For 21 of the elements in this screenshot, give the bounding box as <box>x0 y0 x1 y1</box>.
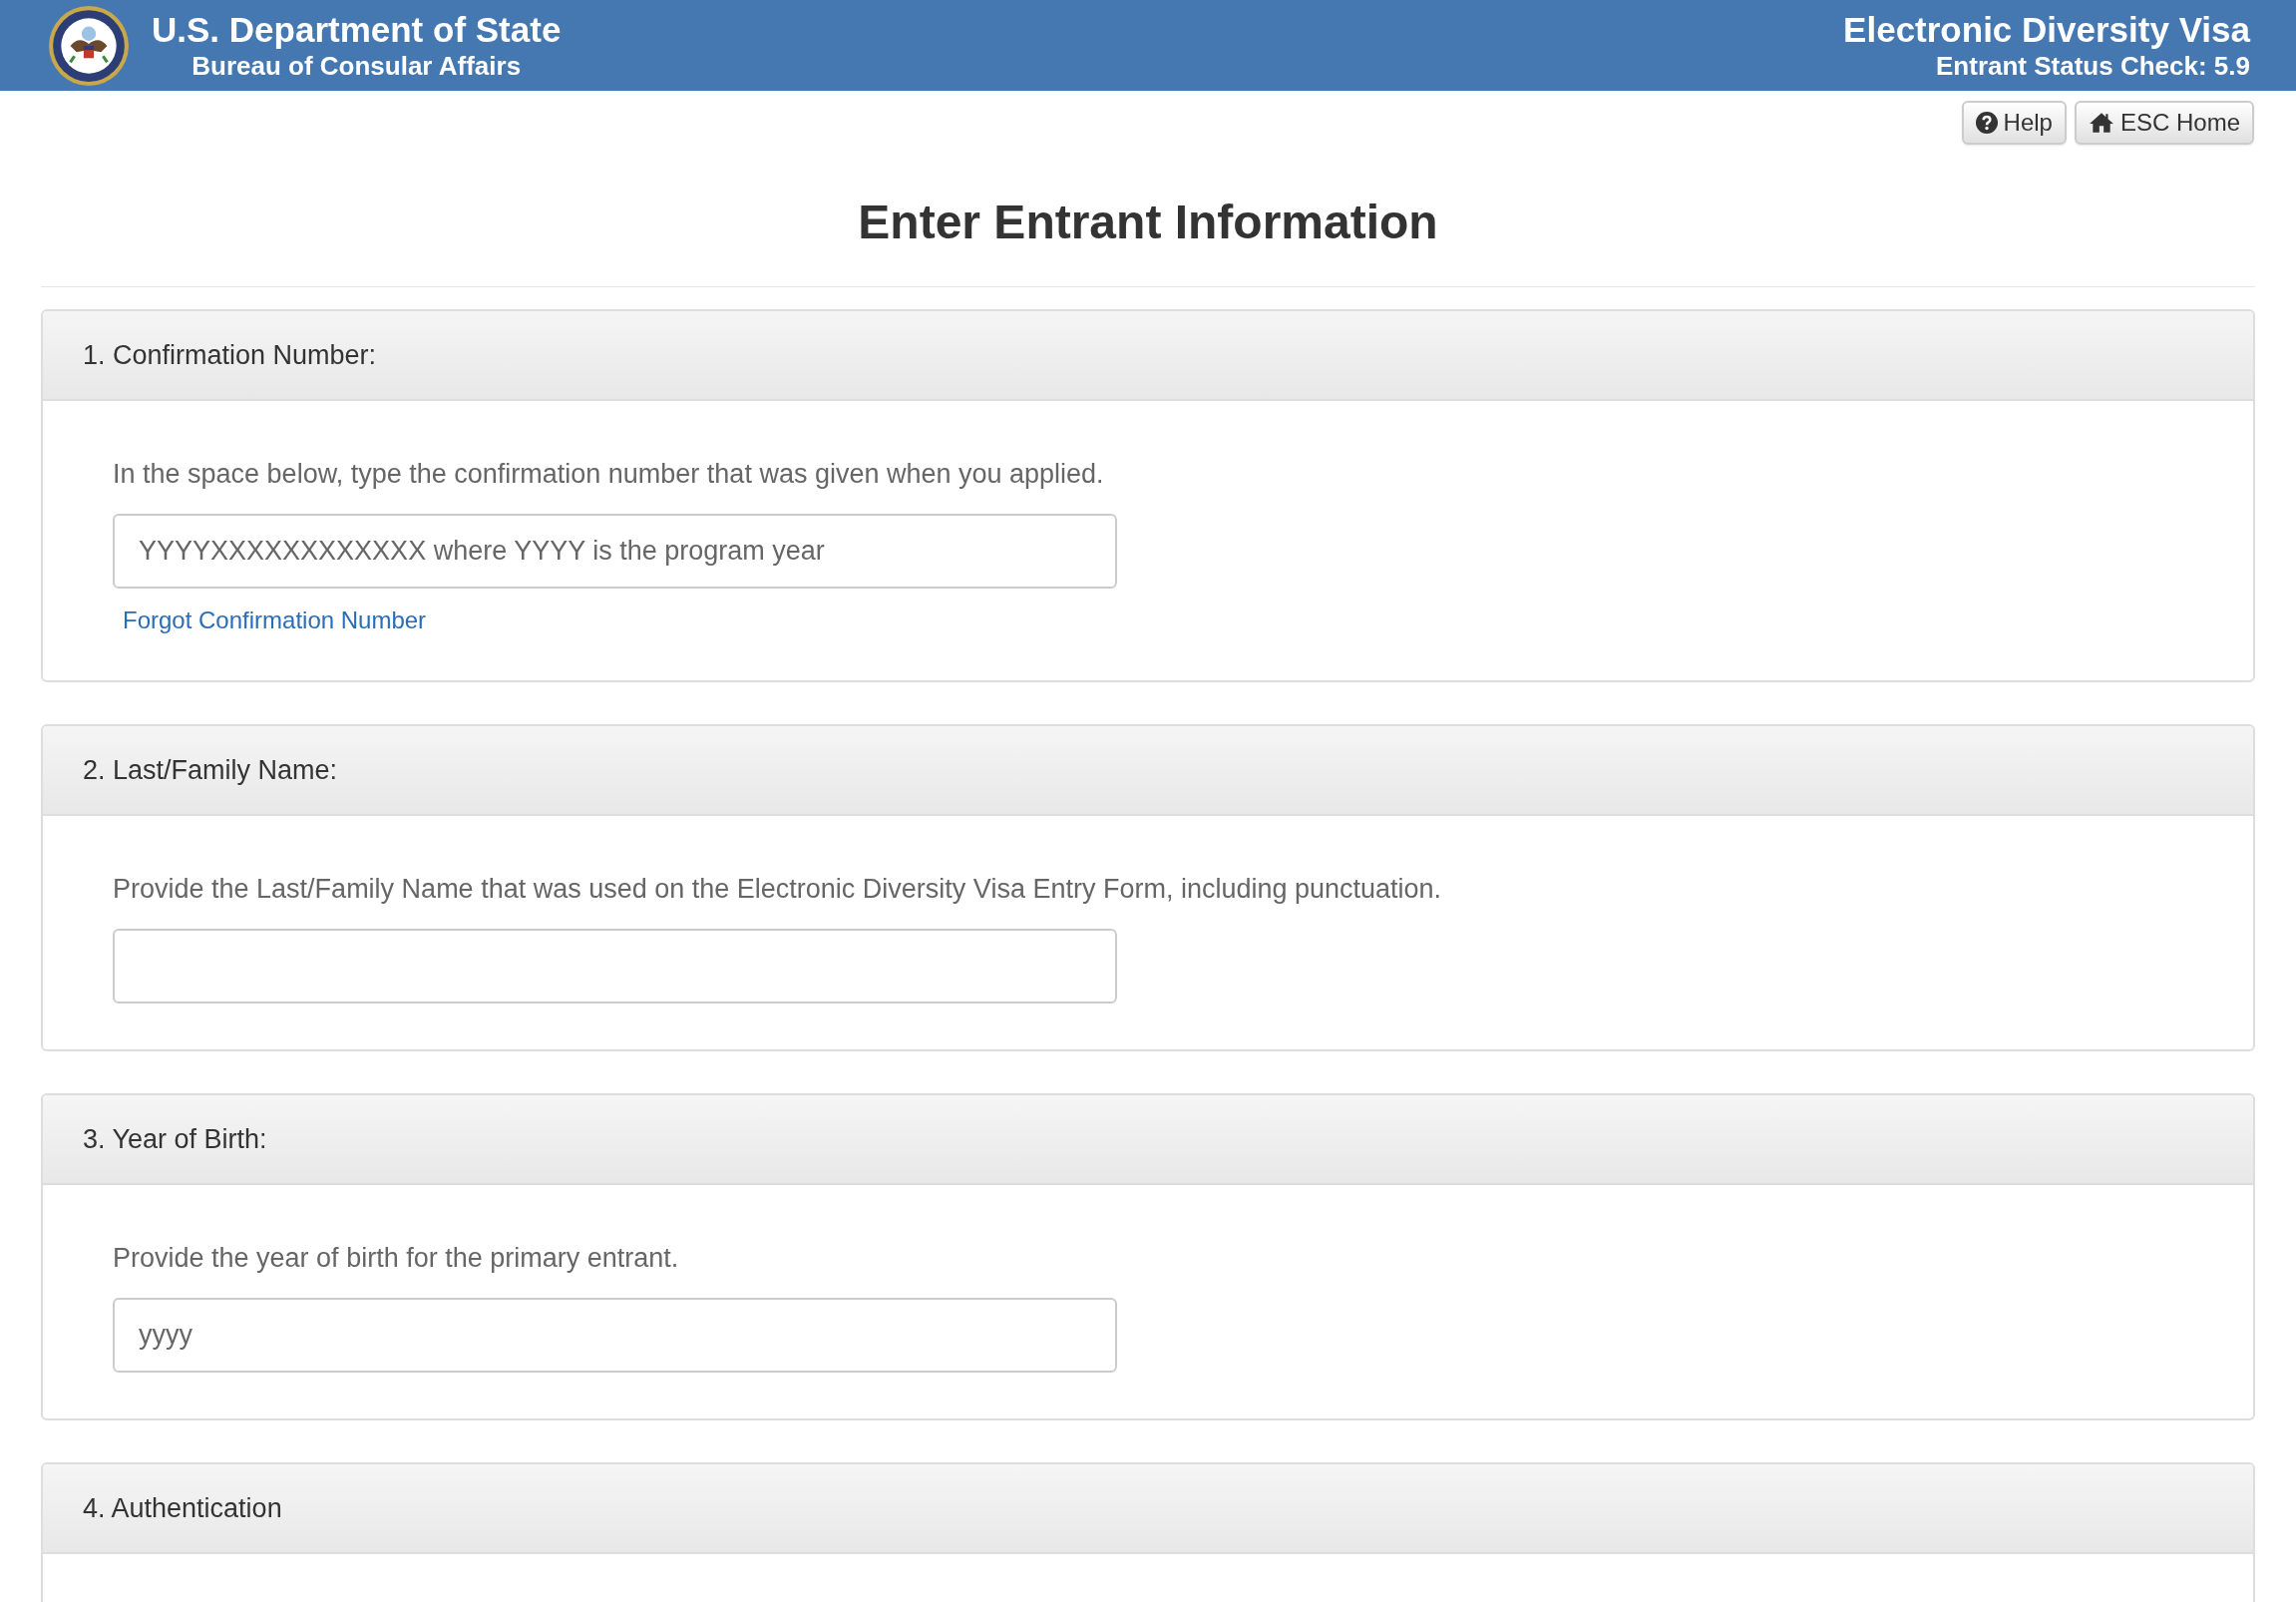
app-version: Entrant Status Check: 5.9 <box>1936 49 2250 82</box>
field-description: In the space below, type the confirmation number that was given when you applied. <box>113 459 1104 490</box>
help-button[interactable]: Help <box>1961 101 2067 145</box>
panel-title: 3. Year of Birth: <box>83 1123 267 1155</box>
seal-icon <box>48 4 130 87</box>
program-title: Electronic Diversity Visa <box>1843 9 2250 50</box>
panel-title: 1. Confirmation Number: <box>83 339 377 371</box>
agency-title: U.S. Department of State <box>152 9 562 50</box>
forgot-link[interactable]: Forgot Confirmation Number <box>123 606 427 634</box>
text-input[interactable] <box>113 929 1117 1003</box>
panel-title: 4. Authentication <box>83 1492 282 1524</box>
home-button[interactable]: ESC Home <box>2074 101 2254 145</box>
field-description: Provide the Last/Family Name that was used on the Electronic Diversity Visa Entry Form, including punctuation. <box>113 874 1442 905</box>
text-input[interactable]: yyyy <box>113 1298 1117 1373</box>
help-icon <box>1975 112 1998 134</box>
panel-title: 2. Last/Family Name: <box>83 754 338 786</box>
page-title: Enter Entrant Information <box>857 195 1439 250</box>
home-icon <box>2088 112 2114 134</box>
text-input[interactable]: YYYYXXXXXXXXXXXX where YYYY is the program year <box>113 514 1117 589</box>
field-description: Provide the year of birth for the primary entrant. <box>113 1243 679 1274</box>
bureau-subtitle: Bureau of Consular Affairs <box>191 49 522 82</box>
